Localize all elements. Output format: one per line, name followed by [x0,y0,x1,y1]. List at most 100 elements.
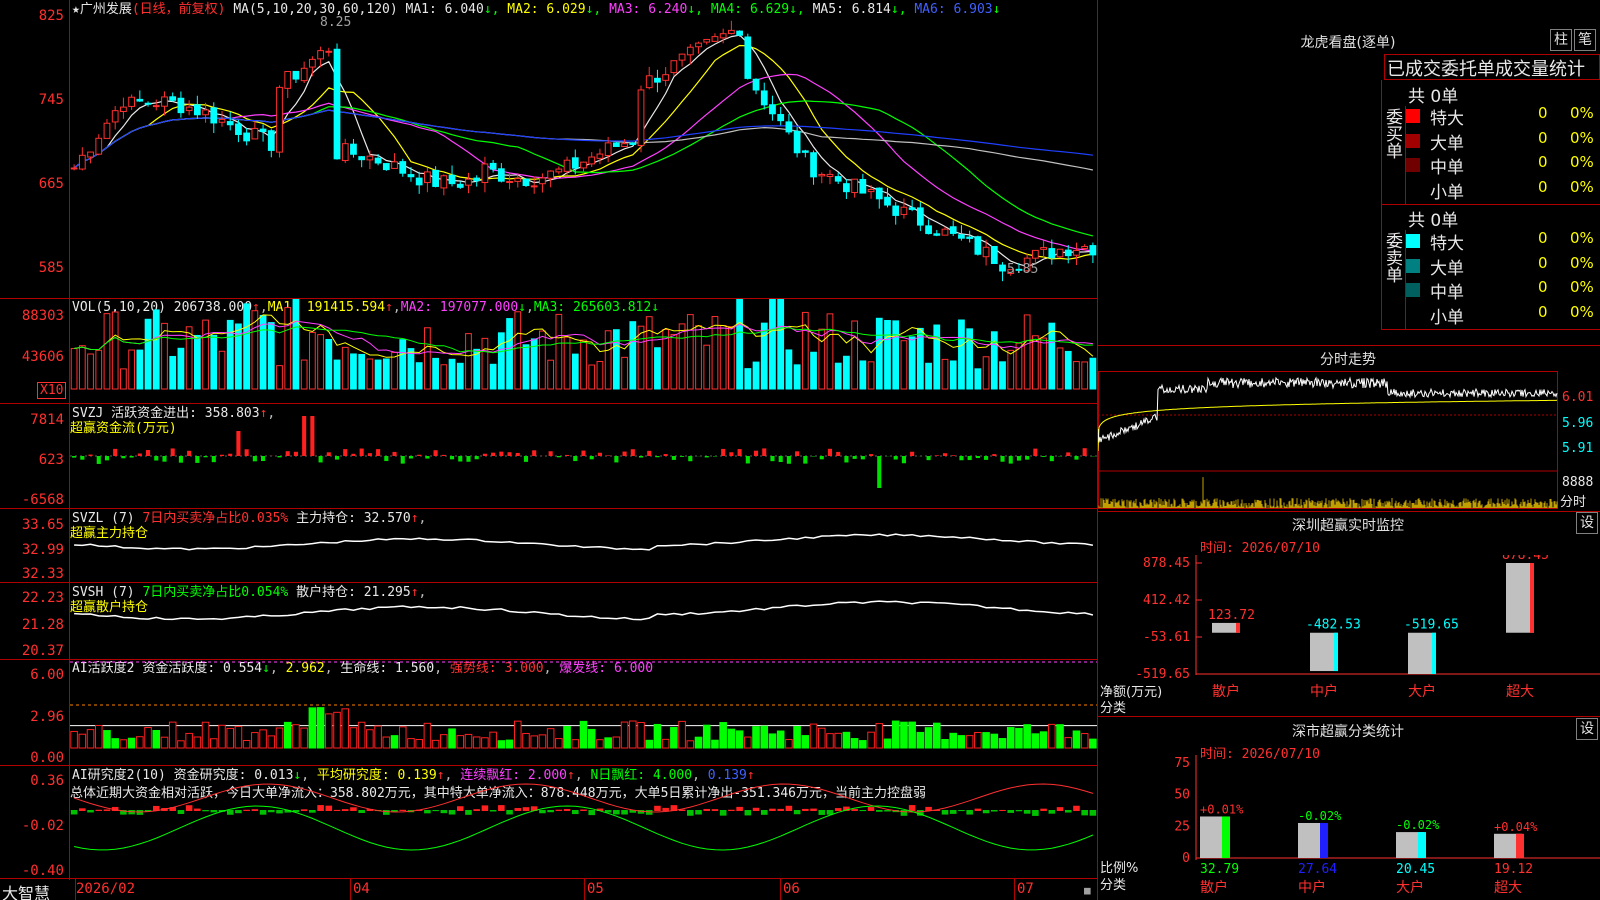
research-bar [1073,805,1080,811]
candle [621,143,628,148]
row-percent: 0% [1570,177,1594,196]
research-bar [777,808,784,811]
flow-bar [778,456,783,463]
lock-icon[interactable]: ■ [1084,884,1091,897]
monitor-bar [1212,622,1240,633]
classify-settings-button[interactable]: 设 [1576,718,1598,740]
ai-activity-chart[interactable] [70,660,1097,765]
flow-bar [737,449,742,456]
monitor-bar [1310,632,1338,672]
candle [736,30,743,36]
candle [456,183,464,188]
volume-bar [341,346,349,390]
research-bar [555,809,563,811]
flow-bar [302,416,307,456]
value-label: -519.65 [1404,618,1459,633]
research-bar [1040,808,1047,811]
candle [185,106,193,112]
intraday-y-label: 5.96 [1562,416,1594,431]
volume-bar [629,321,637,390]
activity-bar [760,725,769,749]
activity-bar [974,731,982,749]
candle [210,107,218,124]
flow-bar [449,456,455,460]
flow-bar [326,452,331,456]
main-chart-area[interactable]: ★广州发展(日线，前复权) MA(5,10,20,30,60,120) MA1:… [0,0,1098,900]
row-percent: 0% [1570,104,1594,122]
flow-bar [88,454,93,456]
activity-bar [185,732,193,749]
bar-body [1408,632,1436,674]
retail-holding-chart[interactable] [70,583,1097,659]
ai-research-y-label: -0.02 [21,818,64,834]
intraday-chart[interactable] [1098,371,1558,509]
volume-bar [226,319,234,390]
activity-bar [127,737,136,749]
volume-bar [810,351,817,390]
research-bar [571,810,579,815]
monitor-settings-button[interactable]: 设 [1576,512,1598,534]
candlestick-chart[interactable] [70,0,1097,298]
flow-bar [318,456,323,463]
volume-chart[interactable] [70,299,1097,403]
flow-bar [351,453,356,456]
flow-bar [466,456,471,462]
volume-bar [284,307,292,390]
volume-bar [514,311,522,390]
candle [728,29,735,35]
volume-bar [399,339,407,390]
flow-bar [606,455,611,456]
research-bar [325,805,333,811]
activity-bar [308,707,317,749]
volume-bar [974,368,982,390]
research-bar [95,809,103,811]
capital-flow-chart[interactable] [70,404,1097,508]
activity-bar [226,727,234,749]
volume-bar [218,350,226,390]
activity-bar [637,721,645,749]
tick-mode-button[interactable]: 笔 [1574,29,1596,51]
activity-bar [407,738,415,749]
row-percent: 0% [1570,153,1594,171]
research-bar [654,805,661,811]
flow-bar [482,453,487,456]
candle [670,60,678,74]
research-bar [900,810,908,816]
activity-bar [423,722,432,749]
volume-bar [867,361,875,390]
activity-bar [94,724,103,749]
bar-edge [1432,632,1436,674]
flow-bar [647,450,652,456]
candle [382,163,390,171]
research-bar [202,810,209,812]
main-holding-chart[interactable] [70,509,1097,582]
ratio-bar-chart[interactable]: 75 50 25 0 +0.01% 32.79 散户 -0.02% 27.64 中户 -0.02% 2… [1098,755,1600,900]
candle [243,132,251,142]
bar-mode-button[interactable]: 柱 [1550,29,1572,51]
classify-bar [1298,822,1328,858]
bar-edge [1516,833,1524,858]
candle [941,228,949,236]
research-bar [70,810,78,815]
bar-edge [1236,622,1240,633]
flow-bar [967,456,972,461]
activity-bar [900,721,908,749]
flow-bar [277,456,282,458]
flow-bar [589,456,594,460]
flow-bar [638,456,644,458]
activity-bar [259,729,267,749]
ai-active-y-label: 0.00 [30,750,64,766]
flow-bar [671,456,676,460]
volume-bar [703,344,711,390]
activity-bar [694,736,703,749]
net-amount-bar-chart[interactable]: 878.45 412.42 -53.61 -519.65 123.72 散户 -482.53… [1098,555,1600,715]
value-label: -482.53 [1306,618,1361,633]
flow-bar [310,416,315,456]
activity-bar [119,739,128,749]
activity-bar [604,737,612,749]
flow-bar [532,450,537,456]
volume-bar [325,338,333,390]
activity-bar [160,736,169,749]
ai-research-chart[interactable] [70,766,1097,878]
y-tick-label: 75 [1174,756,1190,771]
